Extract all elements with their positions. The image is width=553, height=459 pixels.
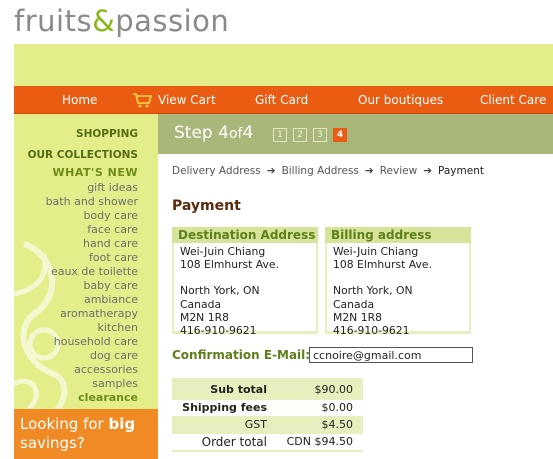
sidebar-link[interactable]: baby care (83, 279, 138, 292)
billing-address-heading: Billing address (325, 227, 471, 243)
nav-view-cart[interactable]: View Cart (132, 86, 216, 113)
page-title: Payment (172, 198, 241, 214)
promo-text-2: savings? (20, 434, 85, 452)
step-box-3[interactable]: 3 (313, 128, 327, 142)
arrow-icon: ➔ (364, 165, 374, 177)
address-line: 108 Elmhurst Ave. (180, 258, 280, 272)
step-indicator: Step 4of4 1 2 3 4 (158, 114, 553, 154)
email-label: Confirmation E-Mail: (172, 348, 311, 362)
order-totals: Sub total $90.00 Shipping fees $0.00 GST… (172, 378, 363, 452)
promo-bold: big (108, 415, 136, 433)
sidebar: SHOPPING OUR COLLECTIONS WHAT'S NEW gift… (14, 114, 158, 459)
subtotal-value: $90.00 (314, 383, 354, 396)
address-line: 416-910-9621 (180, 324, 257, 338)
step-box-2[interactable]: 2 (293, 128, 307, 142)
shipping-row: Shipping fees $0.00 (172, 400, 363, 416)
sidebar-our-collections[interactable]: OUR COLLECTIONS (28, 149, 138, 161)
address-spacer (180, 271, 310, 284)
sidebar-link[interactable]: foot care (89, 251, 138, 264)
sidebar-clearance[interactable]: clearance (78, 391, 138, 404)
order-total-row: Order total CDN $94.50 (172, 434, 363, 450)
arrow-icon: ➔ (266, 165, 276, 177)
order-total-label: Order total (201, 435, 267, 449)
promo-text: Looking for (20, 415, 109, 433)
nav-view-cart-label: View Cart (158, 93, 216, 107)
billing-address-box: Billing address Wei-Juin Chiang 108 Elmh… (325, 227, 471, 337)
sidebar-link[interactable]: eaux de toilette (51, 265, 138, 278)
address-line: M2N 1R8 (333, 310, 382, 324)
shipping-label: Shipping fees (182, 401, 267, 414)
address-line: 108 Elmhurst Ave. (333, 258, 433, 272)
main-nav: Home View Cart Gift Card Our boutiques C… (14, 86, 553, 114)
sidebar-shopping: SHOPPING (76, 128, 138, 140)
crumb-billing[interactable]: Billing Address (282, 165, 359, 177)
crumb-payment: Payment (438, 165, 484, 177)
billing-address-body: Wei-Juin Chiang 108 Elmhurst Ave. North … (325, 243, 471, 337)
address-line: 416-910-9621 (333, 324, 410, 338)
gst-value: $4.50 (321, 418, 354, 431)
crumb-review[interactable]: Review (380, 165, 417, 177)
sidebar-link[interactable]: face care (87, 223, 138, 236)
floral-decoration (14, 241, 68, 432)
crumb-delivery[interactable]: Delivery Address (172, 165, 261, 177)
nav-gift-card[interactable]: Gift Card (255, 86, 308, 113)
sidebar-link[interactable]: aromatherapy (60, 307, 138, 320)
cart-icon (133, 93, 152, 108)
address-line: M2N 1R8 (180, 310, 229, 324)
nav-our-boutiques[interactable]: Our boutiques (358, 86, 443, 113)
email-field[interactable]: ccnoire@gmail.com (309, 347, 473, 363)
breadcrumb: Delivery Address ➔ Billing Address ➔ Review ➔… (172, 165, 484, 177)
gst-row: GST $4.50 (172, 417, 363, 433)
savings-promo[interactable]: Looking for big savings? (14, 409, 158, 459)
gst-label: GST (244, 418, 267, 431)
subtotal-label: Sub total (210, 383, 267, 396)
sidebar-link[interactable]: gift ideas (87, 181, 138, 194)
address-line: Canada (333, 297, 375, 311)
address-line: Wei-Juin Chiang (180, 245, 266, 258)
address-spacer (333, 271, 463, 284)
sidebar-link[interactable]: kitchen (98, 321, 139, 334)
destination-address-heading: Destination Address (172, 227, 318, 243)
subtotal-row: Sub total $90.00 (172, 382, 363, 398)
destination-address-body: Wei-Juin Chiang 108 Elmhurst Ave. North … (172, 243, 318, 337)
step-label: Step 4of4 (174, 123, 254, 143)
step-box-4: 4 (333, 128, 347, 142)
sidebar-whats-new[interactable]: WHAT'S NEW (53, 166, 138, 179)
brand-logo[interactable]: fruits&passion (14, 4, 229, 38)
sidebar-link[interactable]: ambiance (84, 293, 138, 306)
address-line: Wei-Juin Chiang (333, 245, 419, 258)
address-line: North York, ON (333, 284, 413, 298)
address-line: Canada (180, 297, 222, 311)
nav-client-care[interactable]: Client Care (480, 86, 546, 113)
address-line: North York, ON (180, 284, 260, 298)
sidebar-link[interactable]: samples (92, 377, 138, 390)
shipping-value: $0.00 (321, 401, 354, 414)
sidebar-link[interactable]: hand care (83, 237, 138, 250)
header-band (14, 44, 553, 86)
sidebar-link[interactable]: household care (54, 335, 138, 348)
nav-home[interactable]: Home (62, 86, 97, 113)
sidebar-link[interactable]: bath and shower (46, 195, 138, 208)
order-total-value: CDN $94.50 (286, 435, 353, 448)
sidebar-link[interactable]: dog care (90, 349, 138, 362)
sidebar-link[interactable]: body care (83, 209, 138, 222)
step-box-1[interactable]: 1 (273, 128, 287, 142)
sidebar-link[interactable]: accessories (74, 363, 138, 376)
destination-address-box: Destination Address Wei-Juin Chiang 108 … (172, 227, 318, 337)
arrow-icon: ➔ (423, 165, 433, 177)
